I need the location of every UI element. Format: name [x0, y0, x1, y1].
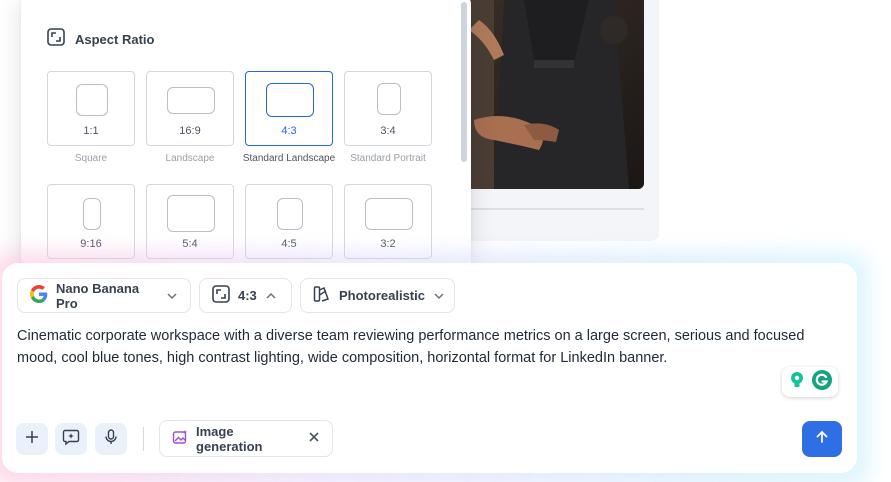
- chevron-up-icon: [265, 290, 277, 302]
- popover-title: Aspect Ratio: [75, 32, 155, 47]
- ratio-label: 5:4: [182, 238, 198, 250]
- aspect-ratio-icon: [47, 28, 65, 51]
- ratio-label: 9:16: [80, 238, 102, 250]
- grammarly-icon[interactable]: [811, 369, 833, 396]
- spark-button[interactable]: [55, 423, 87, 455]
- sparkle-box-icon: [62, 428, 80, 451]
- popover-scrollbar[interactable]: [461, 2, 467, 162]
- image-sparkle-icon: [172, 429, 188, 448]
- ratio-label: 16:9: [179, 125, 201, 137]
- popover-header: Aspect Ratio: [47, 28, 154, 51]
- send-button[interactable]: [802, 421, 842, 457]
- chevron-down-icon: [433, 290, 445, 302]
- ratio-caption: Landscape: [165, 153, 215, 164]
- ratio-label: 4:5: [281, 238, 297, 250]
- style-label: Photorealistic: [339, 288, 425, 303]
- prompt-input[interactable]: Cinematic corporate workspace with a div…: [17, 325, 847, 369]
- ratio-option-5-4[interactable]: 5:4: [146, 184, 234, 259]
- add-attachment-button[interactable]: [16, 423, 48, 455]
- google-g-icon: [30, 285, 48, 306]
- image-generation-chip[interactable]: Image generation: [159, 420, 333, 457]
- ratio-option-9-16[interactable]: 9:16: [47, 184, 135, 259]
- ratio-option-4-3[interactable]: 4:3: [245, 71, 333, 146]
- plus-icon: [25, 430, 39, 449]
- image-generation-label: Image generation: [196, 423, 263, 454]
- aspect-ratio-selector[interactable]: 4:3: [199, 278, 292, 313]
- ratio-label: 3:2: [380, 238, 396, 250]
- ratio-label: 3:4: [380, 125, 396, 137]
- app-stage: Aspect Ratio 1:1 Square 16:9 Landscape 4…: [0, 0, 891, 482]
- aspect-ratio-icon: [212, 285, 230, 306]
- card-divider: [468, 208, 644, 210]
- ratio-label: 4:3: [281, 125, 297, 137]
- ratio-option-16-9[interactable]: 16:9: [146, 71, 234, 146]
- model-selector[interactable]: Nano Banana Pro: [17, 278, 191, 313]
- generated-image[interactable]: [464, 0, 644, 189]
- microphone-button[interactable]: [95, 423, 127, 455]
- ratio-caption: Square: [74, 153, 108, 164]
- arrow-up-icon: [815, 430, 829, 449]
- style-selector[interactable]: Photorealistic: [300, 278, 455, 313]
- ratio-option-3-2[interactable]: 3:2: [344, 184, 432, 259]
- extension-icons: [782, 367, 838, 397]
- ratio-label: 1:1: [83, 125, 99, 137]
- aspect-ratio-label: 4:3: [238, 288, 257, 303]
- close-icon[interactable]: [308, 431, 320, 446]
- ratio-option-4-5[interactable]: 4:5: [245, 184, 333, 259]
- lightbulb-icon[interactable]: [787, 370, 807, 395]
- style-brush-icon: [313, 285, 331, 306]
- chevron-down-icon: [166, 290, 178, 302]
- ratio-caption: Standard Portrait: [350, 153, 426, 164]
- microphone-icon: [104, 428, 118, 450]
- ratio-option-1-1[interactable]: 1:1: [47, 71, 135, 146]
- aspect-ratio-popover: Aspect Ratio 1:1 Square 16:9 Landscape 4…: [21, 0, 471, 270]
- toolbar-divider: [143, 427, 144, 451]
- ratio-option-3-4[interactable]: 3:4: [344, 71, 432, 146]
- model-label: Nano Banana Pro: [56, 280, 140, 311]
- ratio-caption: Standard Landscape: [242, 153, 336, 164]
- prompt-composer: Nano Banana Pro 4:3 Photorealistic Cinem…: [2, 263, 857, 473]
